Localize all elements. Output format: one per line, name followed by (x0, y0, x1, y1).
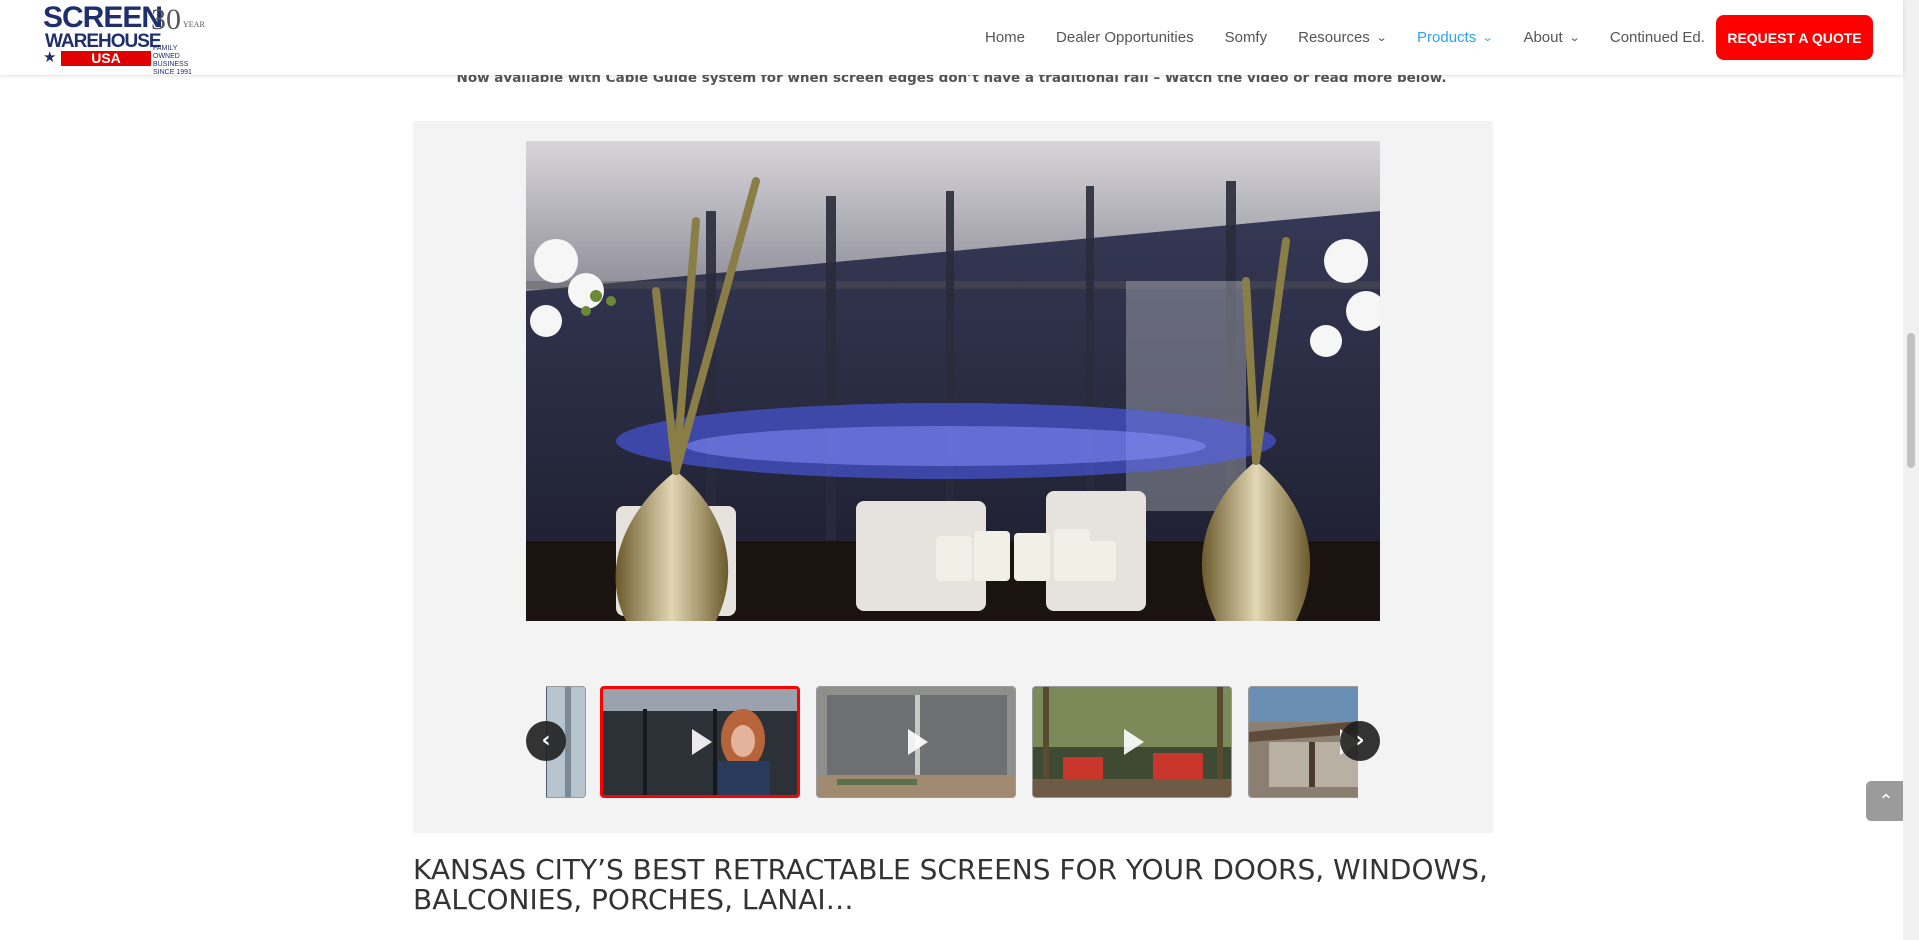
logo-anniversary-number: 30 (151, 3, 181, 36)
play-icon (692, 729, 712, 755)
nav-item-somfy[interactable]: Somfy (1225, 29, 1268, 46)
back-to-top-button[interactable]: ⌃ (1866, 781, 1906, 821)
nav-label: Resources (1298, 29, 1370, 46)
page-scrollbar[interactable] (1903, 0, 1919, 940)
nav-item-resources[interactable]: Resources ⌄ (1298, 29, 1388, 46)
nav-label: Home (985, 29, 1026, 46)
main-video-player[interactable] (526, 141, 1380, 621)
chevron-left-icon: ‹ (541, 728, 551, 753)
star-icon: ★ (43, 48, 57, 66)
thumbnail-strip (546, 686, 1358, 798)
nav-item-dealer-opportunities[interactable]: Dealer Opportunities (1056, 29, 1194, 46)
main-navigation: Home Dealer Opportunities Somfy Resource… (985, 0, 1736, 75)
nav-label: Continued Ed. (1609, 29, 1705, 46)
chevron-down-icon: ⌄ (1481, 32, 1494, 44)
video-thumbnail[interactable] (1032, 686, 1232, 798)
previous-arrow-button[interactable]: ‹ (526, 721, 566, 761)
chevron-up-icon: ⌃ (1878, 790, 1894, 812)
next-arrow-button[interactable]: › (1340, 721, 1380, 761)
chevron-down-icon: ⌄ (1375, 32, 1388, 44)
video-thumbnail-active[interactable] (600, 686, 800, 798)
nav-item-home[interactable]: Home (985, 29, 1025, 46)
chevron-right-icon: › (1355, 728, 1365, 753)
nav-item-continued-ed[interactable]: Continued Ed. (1610, 29, 1705, 46)
nav-label: Dealer Opportunities (1056, 29, 1194, 46)
video-gallery (413, 121, 1493, 833)
nav-item-products[interactable]: Products ⌄ (1417, 29, 1494, 46)
logo-tagline: FAMILY OWNED BUSINESS SINCE 1991 (153, 45, 192, 76)
chevron-down-icon: ⌄ (1568, 32, 1581, 44)
site-logo[interactable]: SCREEN WAREHOUSE ★ USA 30 YEAR FAMILY OW… (43, 1, 205, 77)
video-thumbnail[interactable] (816, 686, 1016, 798)
logo-text-usa: USA (61, 51, 151, 66)
video-frame-image (526, 141, 1380, 621)
scrollbar-thumb[interactable] (1907, 333, 1915, 468)
nav-label: Somfy (1224, 29, 1268, 46)
nav-label: Products (1417, 29, 1477, 46)
logo-text-warehouse: WAREHOUSE (45, 31, 162, 52)
section-headline: KANSAS CITY’S BEST RETRACTABLE SCREENS F… (413, 853, 1488, 917)
play-icon (908, 729, 928, 755)
site-header: SCREEN WAREHOUSE ★ USA 30 YEAR FAMILY OW… (0, 0, 1903, 77)
nav-label: About (1523, 29, 1563, 46)
request-quote-button[interactable]: REQUEST A QUOTE (1716, 15, 1873, 60)
logo-anniversary-year: YEAR (183, 20, 205, 29)
play-icon (1124, 729, 1144, 755)
nav-item-about[interactable]: About ⌄ (1523, 29, 1581, 46)
logo-text-screen: SCREEN (43, 1, 163, 34)
